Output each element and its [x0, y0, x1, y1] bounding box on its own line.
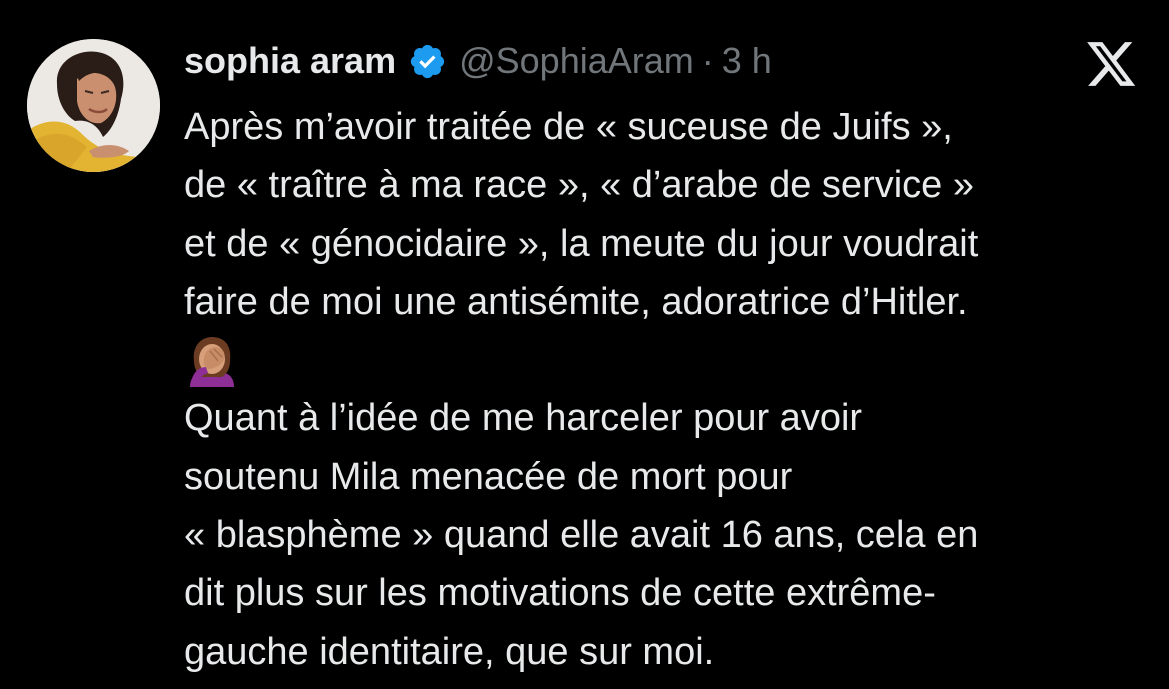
tweet-line: soutenu Mila menacée de mort pour — [184, 455, 793, 498]
tweet-line: dit plus sur les motivations de cette ex… — [184, 572, 936, 615]
display-name[interactable]: sophia aram — [184, 40, 396, 82]
face-palm-emoji-icon — [184, 335, 240, 388]
tweet-line: Après m’avoir traitée de « suceuse de Ju… — [184, 106, 953, 148]
tweet-line: et de « génocidaire », la meute du jour … — [184, 222, 979, 265]
tweet-line: de « traître à ma race », « d’arabe de s… — [184, 164, 974, 207]
tweet-text: Après m’avoir traitée de « suceuse de Ju… — [184, 98, 1144, 681]
tweet-line: gauche identitaire, que sur moi. — [184, 630, 715, 673]
user-handle[interactable]: @SophiaAram — [459, 40, 694, 82]
verified-badge-icon — [408, 42, 447, 81]
emoji-line — [184, 331, 1144, 389]
tweet-line: Quant à l’idée de me harceler pour avoir — [184, 397, 863, 440]
avatar[interactable] — [27, 39, 160, 172]
tweet-header: sophia aram @SophiaAram · 3 h — [184, 38, 772, 84]
tweet-line: « blasphème » quand elle avait 16 ans, c… — [184, 514, 979, 557]
timestamp[interactable]: 3 h — [722, 40, 772, 82]
tweet-line: faire de moi une antisémite, adoratrice … — [184, 280, 968, 323]
avatar-image — [27, 39, 160, 172]
x-logo-icon[interactable] — [1087, 42, 1137, 88]
tweet-card[interactable]: sophia aram @SophiaAram · 3 h Après m’av… — [0, 0, 1169, 689]
separator-dot: · — [701, 40, 714, 81]
